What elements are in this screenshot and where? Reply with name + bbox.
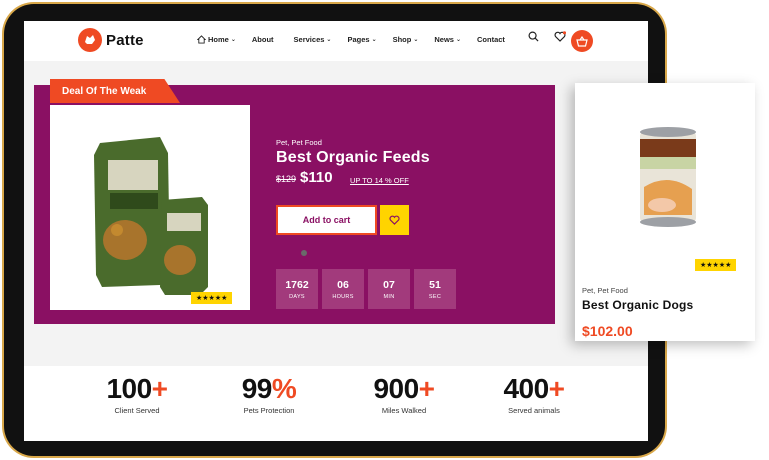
countdown-minutes: 07 MIN [368,269,410,309]
tablet-frame: Patte Home ⌄ About Services ⌄ Pages ⌄ Shop ⌄ [4,4,665,456]
stat-suffix: % [271,373,297,404]
nav-home-label: Home [208,35,229,44]
deal-title[interactable]: Best Organic Feeds [276,149,430,167]
stat-label: Served animals [508,406,560,415]
nav-news-label: News [434,35,454,44]
stat-suffix: + [418,373,435,404]
nav-contact-label: Contact [477,35,505,44]
cart-button[interactable] [571,30,593,52]
countdown-hours: 06 HOURS [322,269,364,309]
stat-item: 400+ Served animals [474,373,594,416]
nav-about[interactable]: About [252,35,274,44]
deal-product-image[interactable]: ★★★★★ [50,105,250,310]
organic-feed-bag-image [94,137,208,295]
rating-stars: ★★★★★ [191,292,233,304]
chevron-down-icon: ⌄ [326,37,332,43]
countdown-seconds: 51 SEC [414,269,456,309]
deal-discount: UP TO 14 % OFF [350,176,409,185]
side-product-card[interactable]: ★★★★★ Pet, Pet Food Best Organic Dogs $1… [575,83,755,341]
stat-item: 99% Pets Protection [214,373,324,416]
nav-shop-label: Shop [392,35,412,44]
chevron-down-icon: ⌄ [455,37,461,43]
brand-name: Patte [106,31,144,49]
stats-section: 100+ Client Served 99% Pets Protection 9… [24,366,648,441]
countdown-value: 1762 [285,278,309,291]
header-actions [528,31,566,42]
countdown-label: HOURS [332,293,354,300]
nav-home[interactable]: Home ⌄ [197,35,236,44]
chevron-down-icon: ⌄ [230,37,236,43]
side-product-title[interactable]: Best Organic Dogs [582,298,693,312]
countdown-value: 51 [429,278,441,291]
stat-label: Client Served [114,406,160,415]
stat-label: Pets Protection [243,406,295,415]
slider-dot[interactable] [301,250,307,256]
stat-number: 900 [373,373,419,404]
countdown-value: 06 [337,278,349,291]
nav-news[interactable]: News ⌄ [434,35,461,44]
add-to-cart-button[interactable]: Add to cart [276,205,377,235]
stat-suffix: + [548,373,565,404]
star-icon: ★★★★★ [196,294,228,302]
stat-label: Miles Walked [381,406,427,415]
nav-pages[interactable]: Pages ⌄ [347,35,376,44]
countdown-label: SEC [428,293,442,300]
side-product-category[interactable]: Pet, Pet Food [582,286,628,295]
nav-contact[interactable]: Contact [477,35,505,44]
stat-number: 400 [503,373,549,404]
wishlist-button[interactable] [380,205,409,235]
rating-stars: ★★★★★ [695,259,737,271]
side-product-image[interactable] [582,87,748,272]
tablet-screen: Patte Home ⌄ About Services ⌄ Pages ⌄ Shop ⌄ [24,21,648,441]
search-icon[interactable] [528,31,539,42]
deal-price: $110 [300,169,333,186]
countdown-value: 07 [383,278,395,291]
chevron-down-icon: ⌄ [413,37,419,43]
side-product-price: $102.00 [582,323,633,339]
countdown-days: 1762 DAYS [276,269,318,309]
main-nav: Home ⌄ About Services ⌄ Pages ⌄ Shop ⌄ News ⌄ [197,35,505,44]
site-header: Patte Home ⌄ About Services ⌄ Pages ⌄ Shop ⌄ [24,21,648,61]
stat-suffix: + [151,373,168,404]
basket-icon [576,35,588,47]
nav-services-label: Services [293,35,325,44]
nav-about-label: About [251,35,274,44]
stat-number: 99 [241,373,273,404]
deal-tag: Deal Of The Weak [50,79,180,103]
dog-food-can-image [640,127,696,227]
stat-item: 900+ Miles Walked [344,373,464,416]
countdown-label: DAYS [289,293,305,300]
deal-old-price: $129 [276,174,297,184]
chevron-down-icon: ⌄ [371,37,377,43]
countdown-timer: 1762 DAYS 06 HOURS 07 MIN 51 SEC [276,269,456,309]
countdown-label: MIN [383,293,395,300]
nav-pages-label: Pages [347,35,370,44]
dog-logo-icon [78,28,102,52]
stat-item: 100+ Client Served [82,373,192,416]
heart-icon[interactable] [554,31,566,42]
home-icon [197,35,206,44]
brand-logo[interactable]: Patte [78,28,144,52]
star-icon: ★★★★★ [700,261,732,269]
stat-number: 100 [106,373,152,404]
nav-services[interactable]: Services ⌄ [294,35,332,44]
heart-icon [389,215,400,225]
deal-category[interactable]: Pet, Pet Food [276,138,322,147]
nav-shop[interactable]: Shop ⌄ [393,35,419,44]
